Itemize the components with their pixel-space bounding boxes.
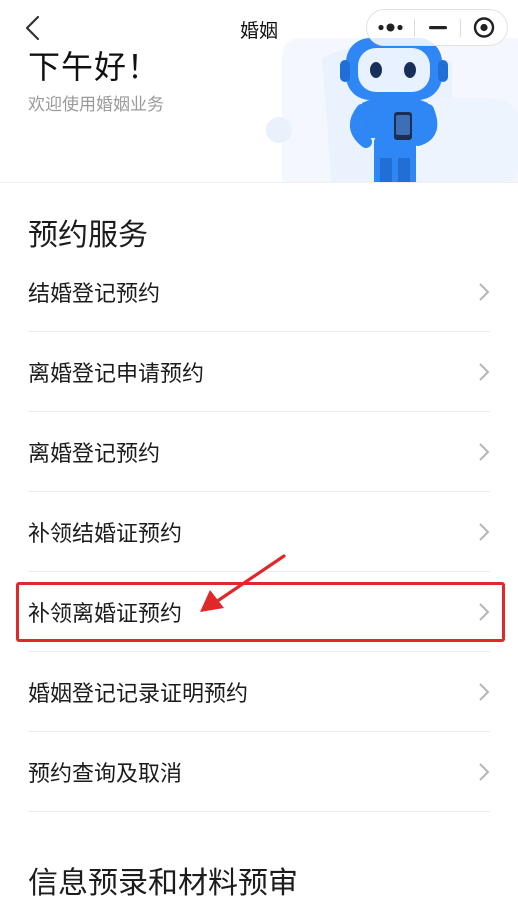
- minus-icon: [429, 26, 447, 30]
- chevron-right-icon: [479, 283, 490, 301]
- menu-item-label: 预约查询及取消: [28, 762, 183, 787]
- menu-item-label: 补领结婚证预约: [28, 522, 183, 547]
- menu-item-label: 结婚登记预约: [28, 282, 161, 307]
- menu-item-divorce-registration[interactable]: 离婚登记预约: [0, 412, 518, 492]
- menu-item-marriage-registration[interactable]: 结婚登记预约: [0, 252, 518, 332]
- menu-item-label: 离婚登记申请预约: [28, 362, 205, 387]
- robot-mascot-illustration: [266, 38, 518, 183]
- close-button[interactable]: [462, 10, 507, 45]
- chevron-right-icon: [479, 443, 490, 461]
- target-circle-icon: [473, 17, 495, 38]
- top-nav-bar: 婚姻: [0, 0, 518, 56]
- capsule-divider: [460, 19, 461, 37]
- more-button[interactable]: [367, 10, 414, 45]
- capsule-divider: [414, 19, 415, 37]
- mini-program-capsule: [366, 9, 508, 46]
- menu-item-label: 离婚登记预约: [28, 442, 161, 467]
- row-divider: [28, 811, 490, 812]
- section-title-appointment: 预约服务: [28, 218, 148, 253]
- welcome-subtitle: 欢迎使用婚姻业务: [28, 95, 164, 115]
- menu-item-label: 婚姻登记记录证明预约: [28, 682, 249, 707]
- chevron-right-icon: [479, 603, 490, 621]
- chevron-right-icon: [479, 683, 490, 701]
- menu-item-label: 补领离婚证预约: [28, 602, 183, 627]
- menu-item-reissue-divorce-cert[interactable]: 补领离婚证预约: [0, 572, 518, 652]
- menu-item-registration-record-proof[interactable]: 婚姻登记记录证明预约: [0, 652, 518, 732]
- chevron-right-icon: [479, 523, 490, 541]
- appointment-menu-list: 结婚登记预约 离婚登记申请预约 离婚登记预约 补领结婚证预约 补领离婚证预约 婚…: [0, 252, 518, 812]
- hero-divider: [0, 182, 518, 183]
- more-dots-icon: [378, 23, 403, 32]
- menu-item-reissue-marriage-cert[interactable]: 补领结婚证预约: [0, 492, 518, 572]
- chevron-right-icon: [479, 363, 490, 381]
- section-title-preentry: 信息预录和材料预审: [28, 866, 298, 901]
- chevron-right-icon: [479, 763, 490, 781]
- menu-item-divorce-application[interactable]: 离婚登记申请预约: [0, 332, 518, 412]
- minimize-button[interactable]: [416, 10, 460, 45]
- menu-item-query-and-cancel[interactable]: 预约查询及取消: [0, 732, 518, 812]
